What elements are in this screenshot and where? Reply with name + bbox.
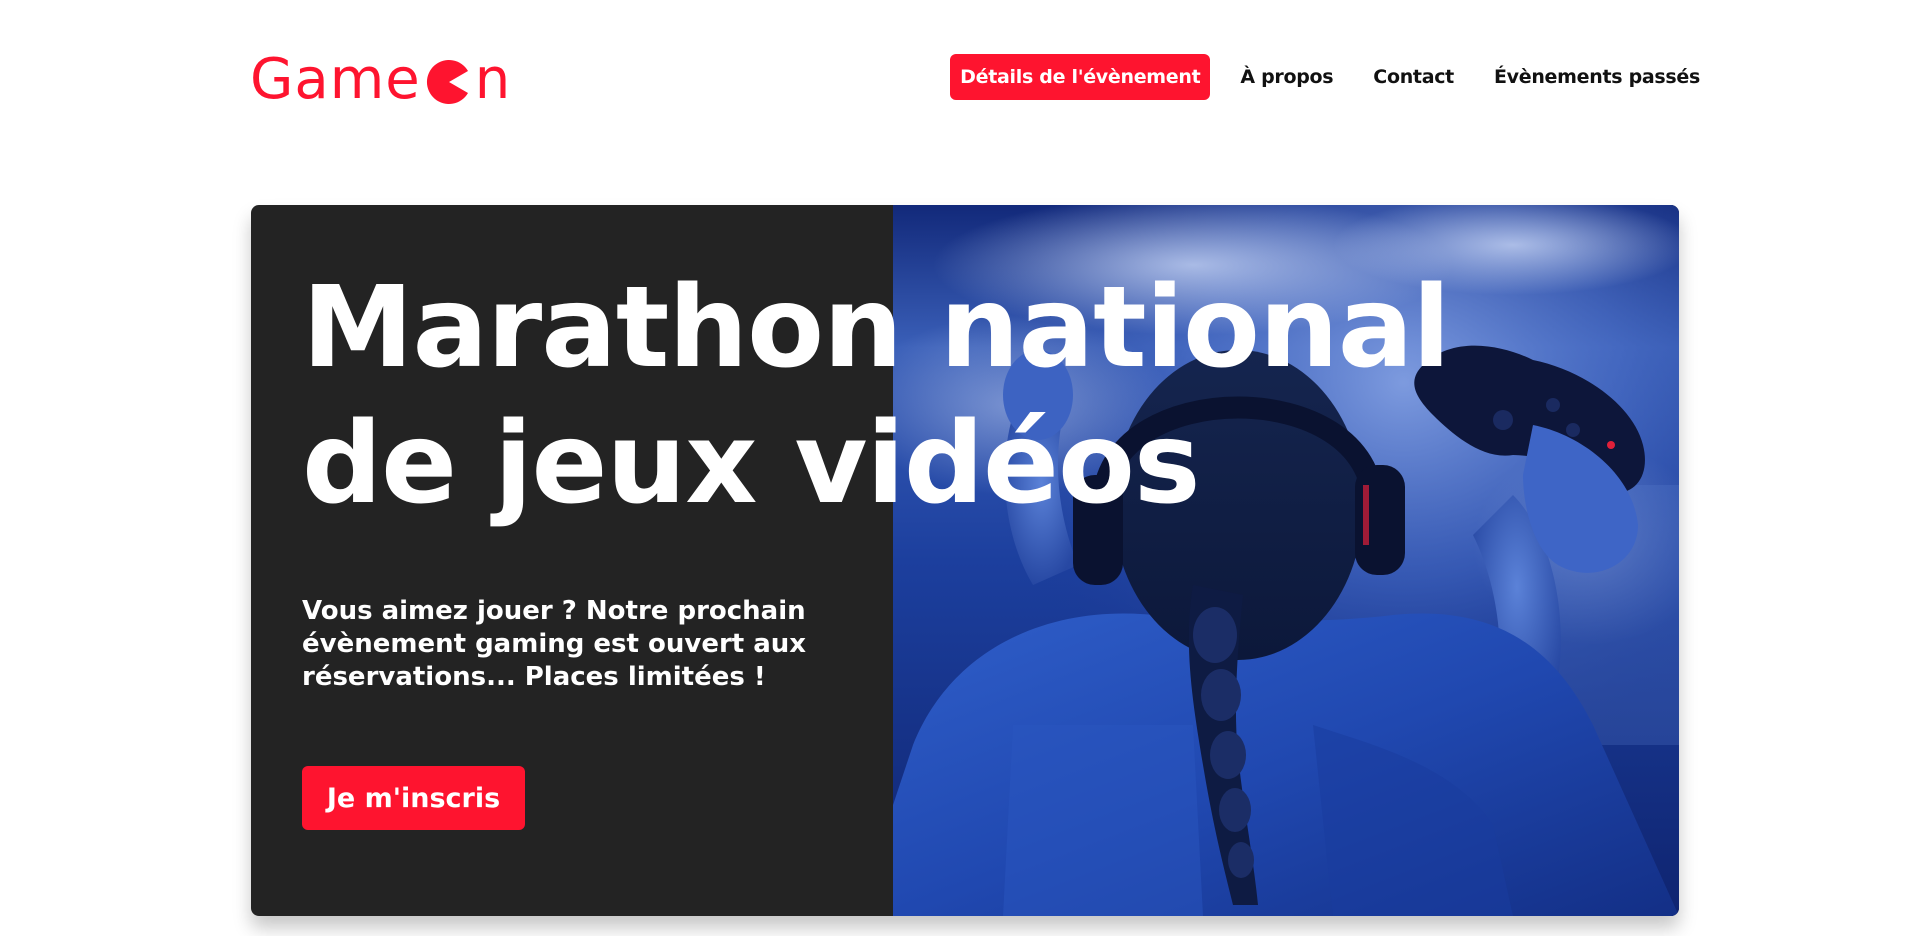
signup-button[interactable]: Je m'inscris xyxy=(302,766,525,830)
hero-title-line-1: Marathon national xyxy=(302,263,1451,393)
nav-contact[interactable]: Contact xyxy=(1363,54,1464,100)
site-header: Game n Détails de l'évènement À propos C… xyxy=(250,44,1710,114)
logo-text-game: Game xyxy=(250,47,421,112)
hero-title-line-2: de jeux vidéos xyxy=(302,399,1201,529)
page: Game n Détails de l'évènement À propos C… xyxy=(0,0,1920,936)
main-nav: Détails de l'évènement À propos Contact … xyxy=(950,54,1710,100)
nav-past-events[interactable]: Évènements passés xyxy=(1484,54,1710,100)
pacman-o-icon xyxy=(425,58,473,106)
gameon-logo[interactable]: Game n xyxy=(250,50,511,110)
logo-text-n: n xyxy=(474,47,512,112)
hero-section: Marathon national de jeux vidéos Vous ai… xyxy=(251,205,1679,916)
hero-description: Vous aimez jouer ? Notre prochain évènem… xyxy=(302,596,807,692)
nav-about[interactable]: À propos xyxy=(1230,54,1343,100)
nav-event-details[interactable]: Détails de l'évènement xyxy=(950,54,1211,100)
hero-title: Marathon national de jeux vidéos xyxy=(302,260,1502,532)
